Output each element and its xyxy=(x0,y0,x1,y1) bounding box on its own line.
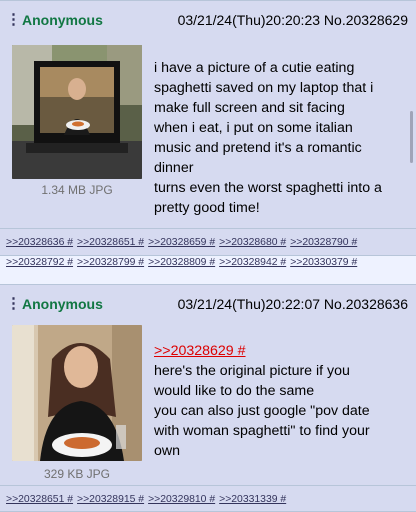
poster-name: Anonymous xyxy=(22,296,103,312)
reply-link[interactable]: >>20328799 # xyxy=(77,257,144,268)
message-line: pretty good time! xyxy=(154,200,260,216)
reply-link[interactable]: >>20328792 # xyxy=(6,257,73,268)
quote-link[interactable]: >>20328629 # xyxy=(154,341,410,361)
post-datetime-number[interactable]: 03/21/24(Thu)20:22:07 No.20328636 xyxy=(178,297,408,311)
post-datetime: 03/21/24(Thu)20:20:23 xyxy=(177,12,321,28)
message-line: dinner xyxy=(154,160,194,176)
message-line: you can also just google "pov date xyxy=(154,403,370,419)
post-message: i have a picture of a cutie eating spagh… xyxy=(154,58,410,218)
laptop-photo xyxy=(12,45,142,179)
reply-link[interactable]: >>20328915 # xyxy=(77,494,144,505)
post-number[interactable]: No.20328636 xyxy=(324,296,408,312)
scrollbar[interactable] xyxy=(410,111,413,163)
reply-link[interactable]: >>20328651 # xyxy=(77,237,144,248)
poster-name: Anonymous xyxy=(22,12,103,28)
post-20328636: ⋮ Anonymous 03/21/24(Thu)20:22:07 No.203… xyxy=(0,284,416,512)
message-line: when i eat, i put on some italian xyxy=(154,120,353,136)
woman-photo xyxy=(12,325,142,461)
reply-links: >>20328651 # >>20328915 # >>20329810 # >>20… xyxy=(6,490,412,510)
divider xyxy=(0,485,416,486)
reply-link[interactable]: >>20328651 # xyxy=(6,494,73,505)
post-menu-icon[interactable]: ⋮ xyxy=(6,296,21,311)
post-number[interactable]: No.20328629 xyxy=(324,12,408,28)
post-datetime-number[interactable]: 03/21/24(Thu)20:20:23 No.20328629 xyxy=(178,13,408,27)
post-menu-icon[interactable]: ⋮ xyxy=(6,12,21,27)
message-line: music and pretend it's a romantic xyxy=(154,140,362,156)
reply-link[interactable]: >>20328790 # xyxy=(290,237,357,248)
reply-link[interactable]: >>20330379 # xyxy=(290,257,357,268)
message-line: spaghetti saved on my laptop that i xyxy=(154,80,374,96)
post-image-laptop[interactable] xyxy=(12,45,142,179)
reply-links: >>20328636 # >>20328651 # >>20328659 # >>20… xyxy=(6,233,412,273)
post-message: >>20328629 # here's the original picture… xyxy=(154,341,410,461)
post-header: ⋮ Anonymous 03/21/24(Thu)20:20:23 No.203… xyxy=(0,1,416,37)
reply-link[interactable]: >>20328680 # xyxy=(219,237,286,248)
message-line: turns even the worst spaghetti into a xyxy=(154,180,382,196)
reply-link[interactable]: >>20328636 # xyxy=(6,237,73,248)
file-info: 1.34 MB JPG xyxy=(41,183,113,197)
message-line: would like to do the same xyxy=(154,383,315,399)
post-20328629: ⋮ Anonymous 03/21/24(Thu)20:20:23 No.203… xyxy=(0,0,416,268)
reply-link[interactable]: >>20328659 # xyxy=(148,237,215,248)
message-line: i have a picture of a cutie eating xyxy=(154,60,355,76)
reply-link[interactable]: >>20328942 # xyxy=(219,257,286,268)
divider xyxy=(0,228,416,229)
message-line: make full screen and sit facing xyxy=(154,100,345,116)
reply-link[interactable]: >>20331339 # xyxy=(219,494,286,505)
post-image-woman-spaghetti[interactable] xyxy=(12,325,142,461)
message-line: here's the original picture if you xyxy=(154,363,350,379)
post-datetime: 03/21/24(Thu)20:22:07 xyxy=(177,296,321,312)
post-header: ⋮ Anonymous 03/21/24(Thu)20:22:07 No.203… xyxy=(0,285,416,321)
reply-link[interactable]: >>20328809 # xyxy=(148,257,215,268)
message-line: own xyxy=(154,443,181,459)
message-line: with woman spaghetti" to find your xyxy=(154,423,370,439)
file-info: 329 KB JPG xyxy=(43,467,111,481)
reply-link[interactable]: >>20329810 # xyxy=(148,494,215,505)
